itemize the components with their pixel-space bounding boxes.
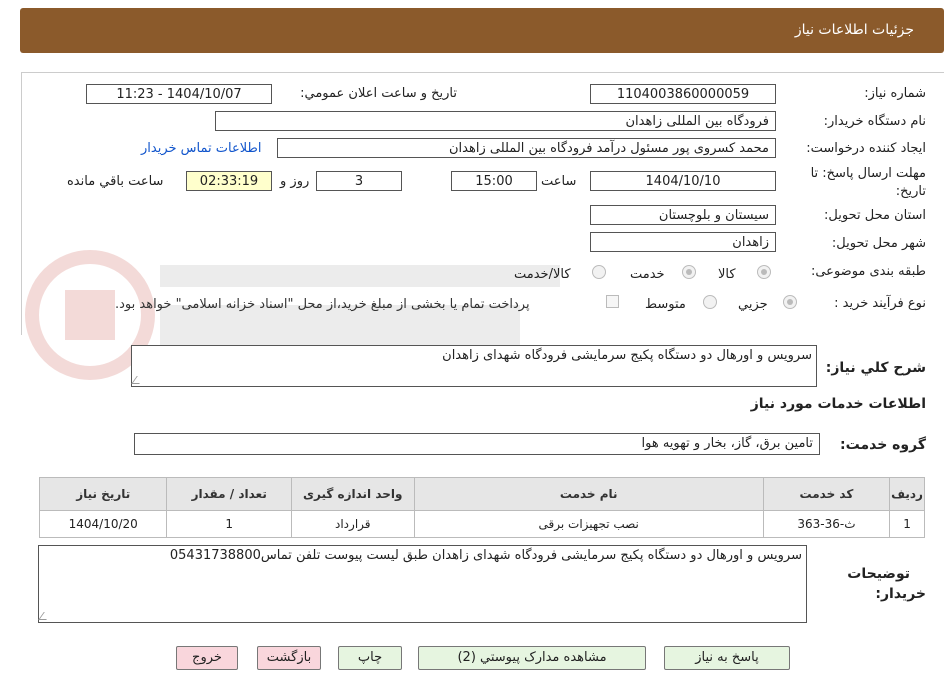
city-field: زاهدان (590, 232, 776, 252)
service-group-field: تامین برق، گاز، بخار و تهویه هوا (134, 433, 820, 455)
cell-quantity: 1 (166, 510, 292, 538)
cell-service-code: ث-36-363 (762, 510, 891, 538)
category-option-goods-service: کالا/خدمت (514, 267, 571, 282)
deadline-hour-label: ساعت (541, 174, 577, 189)
col-unit: واحد اندازه گیری (290, 477, 415, 511)
deadline-label-date: تاریخ: (895, 184, 926, 199)
need-number-label: شماره نیاز: (864, 86, 926, 101)
requester-field: محمد کسروی پور مسئول درآمد فرودگاه بین ا… (277, 138, 776, 158)
cell-row-number: 1 (889, 510, 925, 538)
process-option-medium: متوسط (645, 297, 686, 312)
announce-date-label: تاریخ و ساعت اعلان عمومي: (300, 86, 457, 101)
days-field: 3 (316, 171, 402, 191)
category-radio-goods-service[interactable] (592, 265, 606, 279)
buyer-org-field: فرودگاه بین المللی زاهدان (215, 111, 776, 131)
announce-date-field: 1404/10/07 - 11:23 (86, 84, 272, 104)
province-field: سیستان و بلوچستان (590, 205, 776, 225)
table-header-row: ردیف کد خدمت نام خدمت واحد اندازه گیری ت… (38, 477, 925, 511)
category-radio-goods[interactable] (757, 265, 771, 279)
exit-button[interactable]: خروج (176, 646, 238, 670)
category-label: طبقه بندی موضوعی: (810, 264, 926, 279)
col-quantity: تعداد / مقدار (166, 477, 292, 511)
cell-need-date: 1404/10/20 (38, 510, 168, 538)
buyer-contact-link[interactable]: اطلاعات تماس خریدار (141, 141, 261, 156)
process-label: نوع فرآیند خرید : (834, 296, 926, 311)
city-label: شهر محل تحویل: (831, 236, 926, 251)
page-title: جزئیات اطلاعات نیاز (794, 22, 914, 38)
treasury-payment-note: پرداخت تمام یا بخشی از مبلغ خرید،از محل … (115, 297, 530, 312)
cell-service-name: نصب تجهیزات برقی (413, 510, 764, 538)
summary-label: شرح کلي نياز: (825, 360, 926, 376)
buyer-notes-label: توضیحات (847, 566, 910, 582)
resize-grip-icon[interactable] (131, 376, 145, 384)
summary-text: سرویس و اورهال دو دستگاه پکیج سرمایشی فر… (442, 348, 812, 363)
reply-button[interactable]: پاسخ به نیاز (664, 646, 790, 670)
need-number-field: 1104003860000059 (590, 84, 776, 104)
category-option-goods: کالا (718, 267, 736, 282)
process-radio-minor[interactable] (783, 295, 797, 309)
service-group-label: گروه خدمت: (840, 437, 926, 453)
col-need-date: تاریخ نیاز (38, 477, 168, 511)
treasury-payment-checkbox[interactable] (606, 295, 619, 308)
deadline-label: مهلت ارسال پاسخ: تا (810, 166, 926, 181)
buyer-notes-label-2: خریدار: (875, 586, 926, 602)
category-radio-service[interactable] (682, 265, 696, 279)
deadline-date-field: 1404/10/10 (590, 171, 776, 191)
col-row-number: ردیف (889, 477, 925, 511)
buyer-notes-text: سرویس و اورهال دو دستگاه پکیج سرمایشی فر… (169, 548, 802, 563)
remaining-label: ساعت باقي مانده (67, 174, 164, 189)
cell-unit: قرارداد (290, 510, 415, 538)
table-row: 1 ث-36-363 نصب تجهیزات برقی قرارداد 1 14… (38, 510, 925, 538)
print-button[interactable]: چاپ (338, 646, 402, 670)
services-table: ردیف کد خدمت نام خدمت واحد اندازه گیری ت… (38, 477, 925, 538)
remaining-timer: 02:33:19 (186, 171, 272, 191)
page-header: جزئیات اطلاعات نیاز (20, 8, 944, 53)
summary-textarea[interactable]: سرویس و اورهال دو دستگاه پکیج سرمایشی فر… (131, 345, 817, 387)
resize-grip-icon[interactable] (38, 612, 52, 620)
process-radio-medium[interactable] (703, 295, 717, 309)
buyer-notes-textarea[interactable]: سرویس و اورهال دو دستگاه پکیج سرمایشی فر… (38, 545, 807, 623)
days-label: روز و (280, 174, 310, 189)
col-service-code: کد خدمت (762, 477, 891, 511)
view-attachments-button[interactable]: مشاهده مدارک پیوستي (2) (418, 646, 646, 670)
buyer-org-label: نام دستگاه خریدار: (823, 114, 926, 129)
back-button[interactable]: بازگشت (257, 646, 321, 670)
category-option-service: خدمت (630, 267, 665, 282)
deadline-time-field: 15:00 (451, 171, 537, 191)
province-label: استان محل تحویل: (824, 208, 926, 223)
col-service-name: نام خدمت (413, 477, 764, 511)
process-option-minor: جزيي (738, 297, 768, 312)
services-section-title: اطلاعات خدمات مورد نیاز (750, 396, 926, 412)
requester-label: ایجاد کننده درخواست: (806, 141, 926, 156)
